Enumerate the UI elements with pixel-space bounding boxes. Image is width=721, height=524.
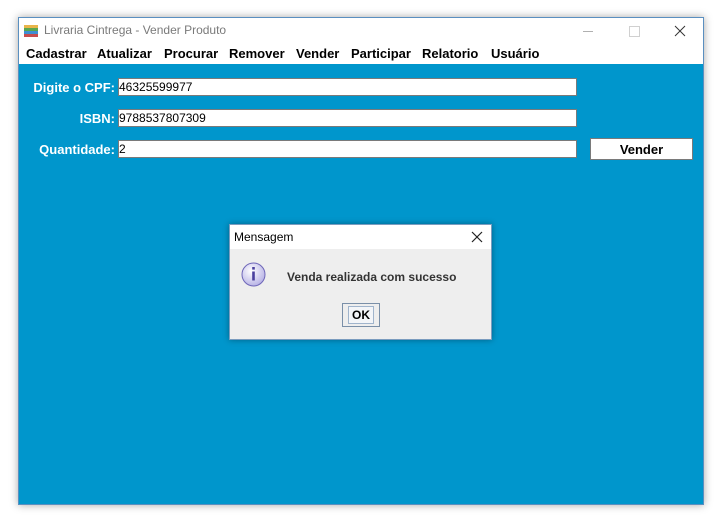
menu-relatorio[interactable]: Relatorio (422, 46, 478, 61)
menu-remover[interactable]: Remover (229, 46, 285, 61)
menu-bar: Cadastrar Atualizar Procurar Remover Ven… (19, 44, 703, 64)
menu-participar[interactable]: Participar (351, 46, 411, 61)
sell-button[interactable]: Vender (590, 138, 693, 160)
title-bar[interactable]: Livraria Cintrega - Vender Produto (19, 18, 703, 44)
dialog-title-bar[interactable]: Mensagem (230, 225, 491, 249)
menu-atualizar[interactable]: Atualizar (97, 46, 152, 61)
close-button[interactable] (657, 18, 703, 44)
menu-procurar[interactable]: Procurar (164, 46, 218, 61)
dialog-title: Mensagem (234, 230, 294, 244)
isbn-label: ISBN: (79, 111, 115, 126)
maximize-icon (628, 25, 640, 37)
isbn-input[interactable]: 9788537807309 (118, 109, 577, 127)
menu-usuario[interactable]: Usuário (491, 46, 539, 61)
ok-button[interactable]: OK (342, 303, 380, 327)
message-dialog: Mensagem Venda realizada com sucesso OK (229, 224, 492, 340)
menu-vender[interactable]: Vender (296, 46, 339, 61)
dialog-message: Venda realizada com sucesso (287, 270, 457, 284)
cpf-label: Digite o CPF: (33, 80, 115, 95)
ok-button-label: OK (348, 306, 374, 324)
quantity-input[interactable]: 2 (118, 140, 577, 158)
menu-cadastrar[interactable]: Cadastrar (26, 46, 87, 61)
window-title: Livraria Cintrega - Vender Produto (44, 23, 227, 37)
minimize-button[interactable] (565, 18, 611, 44)
close-icon (674, 25, 686, 37)
info-icon (241, 262, 266, 287)
close-icon[interactable] (469, 229, 485, 245)
quantity-label: Quantidade: (39, 142, 115, 157)
maximize-button[interactable] (611, 18, 657, 44)
minimize-icon (583, 30, 593, 32)
books-icon (24, 25, 38, 37)
cpf-input[interactable]: 46325599977 (118, 78, 577, 96)
